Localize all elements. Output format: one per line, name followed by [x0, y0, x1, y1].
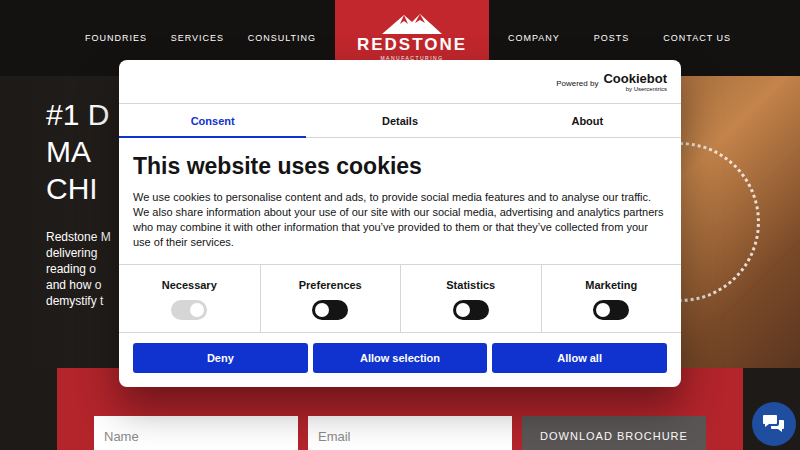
hero-line: reading o [46, 261, 111, 277]
mountain-icon [382, 12, 442, 34]
form-input[interactable] [308, 416, 512, 450]
cookiebot-logo[interactable]: Cookiebotby Usercentrics [603, 72, 667, 92]
hero-title-line: CHI [46, 170, 111, 207]
nav-link[interactable]: SERVICES [171, 33, 224, 43]
form-input[interactable] [94, 416, 298, 450]
dialog-tab[interactable]: Details [306, 104, 493, 138]
brand-name: Cookiebot [603, 72, 667, 85]
chat-button[interactable] [752, 402, 796, 446]
category-toggle[interactable] [593, 300, 629, 320]
brand-sub: by Usercentrics [626, 86, 667, 92]
powered-by: Powered by [556, 79, 598, 88]
logo-name: REDSTONE [357, 36, 467, 53]
dialog-tabs: ConsentDetailsAbout [119, 104, 681, 138]
nav-link[interactable]: POSTS [594, 33, 630, 43]
dialog-header: Powered by Cookiebotby Usercentrics [119, 60, 681, 104]
category-toggle[interactable] [453, 300, 489, 320]
nav-link[interactable]: COMPANY [508, 33, 560, 43]
hero-line: demystify t [46, 293, 111, 309]
cookie-dialog: Powered by Cookiebotby Usercentrics Consen… [119, 60, 681, 387]
chat-icon [762, 413, 786, 435]
page: FOUNDRIES SERVICES CONSULTING REDSTONEMANUF… [0, 0, 800, 450]
hero-title: #1 DMACHI [46, 96, 111, 207]
category-toggle[interactable] [312, 300, 348, 320]
dialog-body: This website uses cookies We use cookies … [119, 138, 681, 250]
nav-link[interactable]: FOUNDRIES [85, 33, 147, 43]
category-label: Preferences [299, 279, 362, 291]
hero-line: Redstone M [46, 229, 111, 245]
cookie-category: Necessary [119, 265, 260, 332]
toggle-knob [456, 303, 470, 317]
hero-line: delivering [46, 245, 111, 261]
dialog-button[interactable]: Deny [133, 343, 308, 373]
dialog-tab[interactable]: Consent [119, 104, 306, 138]
dialog-button[interactable]: Allow selection [313, 343, 488, 373]
cookie-category: Preferences [260, 265, 401, 332]
hero-line: and how o [46, 277, 111, 293]
nav-link[interactable]: CONTACT US [663, 33, 731, 43]
dialog-text: We use cookies to personalise content an… [133, 190, 667, 250]
dialog-button[interactable]: Allow all [492, 343, 667, 373]
dialog-buttons: DenyAllow selectionAllow all [119, 333, 681, 387]
category-toggle [171, 300, 207, 320]
download-button[interactable]: DOWNLOAD BROCHURE [522, 416, 706, 450]
hero-paragraph: Redstone Mdeliveringreading oand how ode… [46, 229, 111, 309]
category-label: Statistics [446, 279, 495, 291]
toggle-knob [315, 303, 329, 317]
hero-title-line: #1 D [46, 96, 111, 133]
category-label: Marketing [585, 279, 637, 291]
cookie-category: Marketing [541, 265, 682, 332]
hero-text: #1 DMACHI Redstone Mdeliveringreading oan… [0, 76, 111, 368]
hero-title-line: MA [46, 133, 111, 170]
toggle-knob [596, 303, 610, 317]
dialog-tab[interactable]: About [494, 104, 681, 138]
nav-link[interactable]: CONSULTING [248, 33, 316, 43]
category-label: Necessary [162, 279, 217, 291]
cookie-categories: Necessary Preferences Statistics Marketing [119, 264, 681, 333]
toggle-knob [190, 303, 204, 317]
cookie-category: Statistics [400, 265, 541, 332]
dialog-title: This website uses cookies [133, 152, 667, 180]
logo[interactable]: REDSTONEMANUFACTURING [335, 0, 489, 68]
